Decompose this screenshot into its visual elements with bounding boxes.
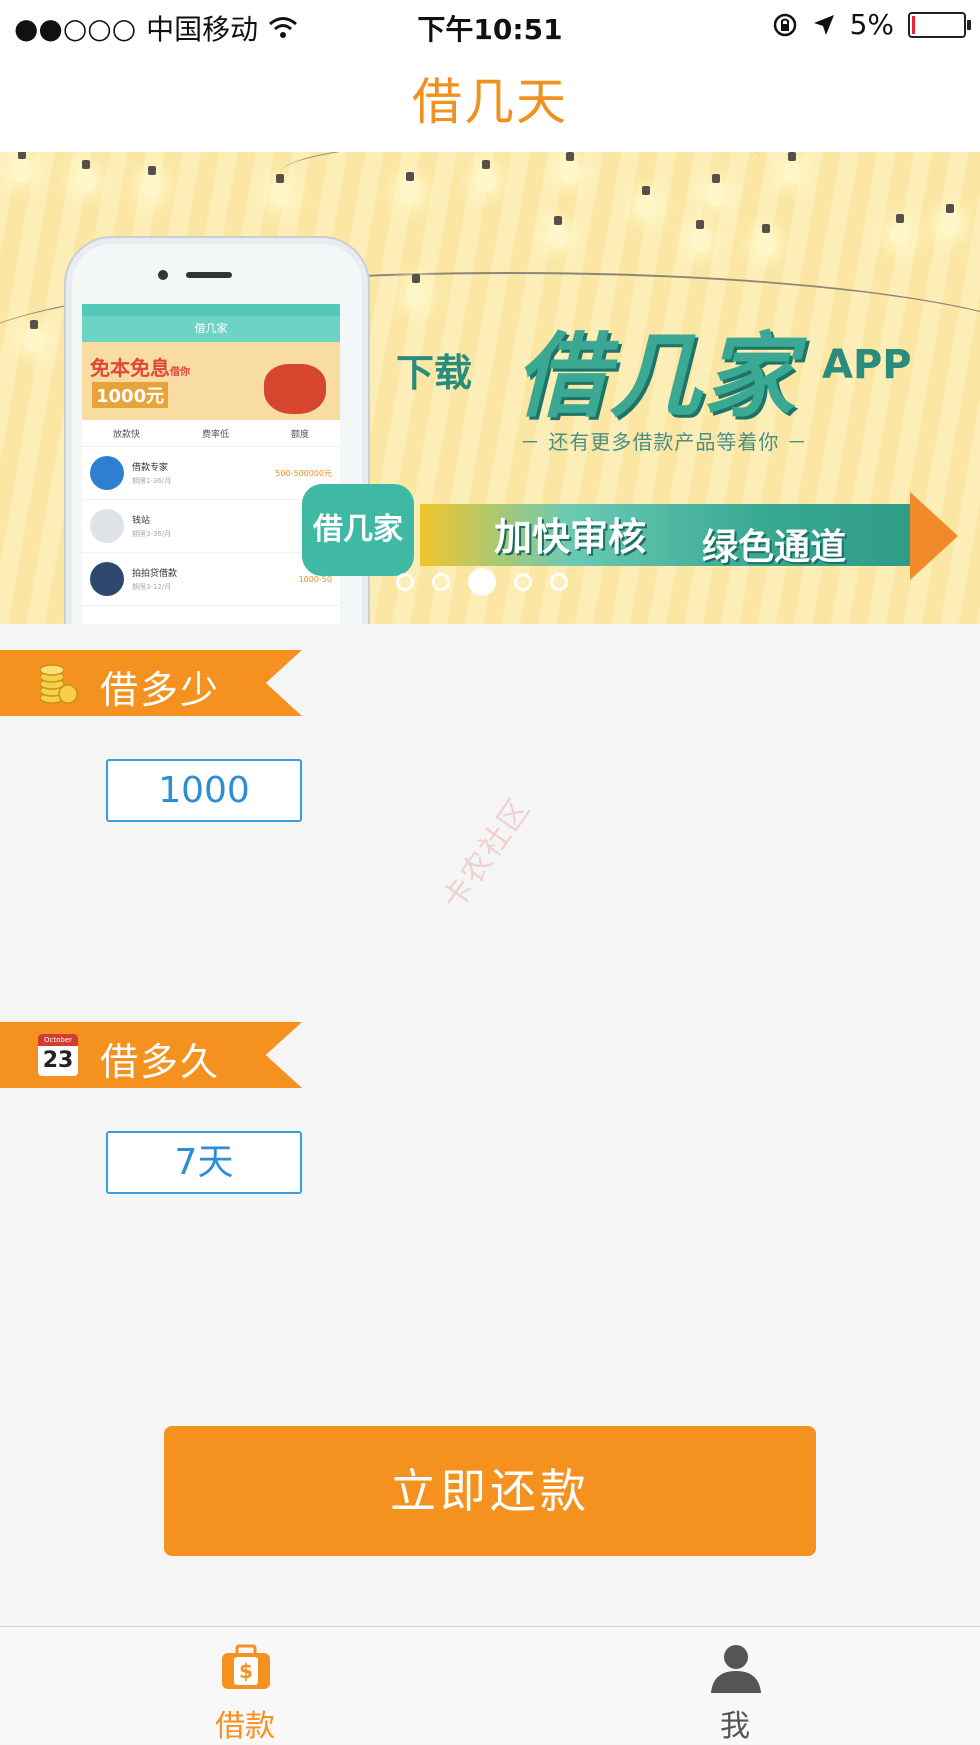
person-icon bbox=[711, 1645, 761, 1693]
tab-me-label: 我 bbox=[720, 1709, 750, 1744]
light-bulb-icon bbox=[76, 160, 96, 192]
phone-list-item: 拍拍贷借款 期限3-12/月 1000-50 bbox=[82, 553, 340, 606]
phone-list-item: 借款专家 期限1-36/月 500-500000元 bbox=[82, 447, 340, 500]
light-bulb-icon bbox=[636, 186, 656, 218]
phone-statusbar bbox=[82, 304, 340, 316]
phone-camera bbox=[158, 270, 168, 280]
tab-loan[interactable]: $ 借款 bbox=[165, 1627, 325, 1744]
duration-section-label: 借多久 bbox=[100, 1040, 221, 1084]
calendar-icon: October 23 bbox=[38, 1034, 78, 1076]
pager-dot-active[interactable] bbox=[468, 568, 496, 596]
banner-app-text: APP bbox=[822, 342, 912, 388]
phone-header: 借几家 bbox=[82, 316, 340, 342]
rotation-lock-icon bbox=[773, 13, 796, 36]
banner-tagline: － 还有更多借款产品等着你 － bbox=[520, 430, 808, 454]
calendar-month: October bbox=[38, 1034, 78, 1046]
light-bulb-icon bbox=[940, 204, 960, 236]
phone-item-sub: 期限1-36/月 bbox=[132, 477, 172, 485]
phone-item-sub: 期限3-36/月 bbox=[132, 530, 172, 538]
phone-item-name: 拍拍贷借款 bbox=[132, 569, 178, 579]
light-bulb-icon bbox=[476, 160, 496, 192]
light-bulb-icon bbox=[560, 152, 580, 184]
banner-download-text: 下载 bbox=[396, 351, 473, 395]
banner-feature-fast-review: 加快审核 bbox=[494, 515, 647, 559]
tab-me[interactable]: 我 bbox=[655, 1627, 815, 1744]
tab-loan-label: 借款 bbox=[215, 1709, 275, 1744]
phone-promo-text: 免本免息借你 bbox=[90, 356, 190, 380]
page-title: 借几天 bbox=[412, 73, 568, 131]
light-bulb-icon bbox=[142, 166, 162, 198]
light-bulb-icon bbox=[548, 216, 568, 248]
carousel-pager[interactable] bbox=[396, 568, 568, 596]
pager-dot[interactable] bbox=[432, 573, 450, 591]
banner-feature-green-channel: 绿色通道 bbox=[702, 527, 847, 568]
phone-filter-bar: 放款快 费率低 额度 bbox=[82, 420, 340, 447]
phone-speaker bbox=[186, 272, 232, 278]
navigation-bar: 借几天 bbox=[0, 48, 980, 153]
phone-item-name: 钱站 bbox=[132, 516, 151, 526]
phone-promo-amount: 1000元 bbox=[92, 382, 169, 408]
light-bulb-icon bbox=[24, 320, 44, 352]
banner-carousel[interactable]: 借几家 免本免息借你 1000元 放款快 费率低 额度 借款专家 期限1-36/… bbox=[0, 152, 980, 624]
watermark: 卡农社区 bbox=[435, 791, 538, 917]
product-logo-icon bbox=[90, 509, 124, 543]
phone-item-sub: 期限3-12/月 bbox=[132, 583, 172, 591]
product-logo-icon bbox=[90, 456, 124, 490]
pager-dot[interactable] bbox=[396, 573, 414, 591]
light-bulb-icon bbox=[400, 172, 420, 204]
battery-percent: 5% bbox=[849, 8, 894, 41]
light-bulb-icon bbox=[270, 174, 290, 206]
light-string bbox=[280, 152, 980, 214]
light-bulb-icon bbox=[890, 214, 910, 246]
status-bar: ●●○○○ 中国移动 下午10:51 5% bbox=[0, 0, 980, 48]
phone-filter: 费率低 bbox=[201, 429, 229, 440]
product-logo-icon bbox=[90, 562, 124, 596]
light-bulb-icon bbox=[782, 152, 802, 184]
phone-filter: 放款快 bbox=[112, 429, 140, 440]
amount-section-header: 借多少 bbox=[0, 650, 302, 716]
banner-brand-text: 借几家 bbox=[515, 323, 798, 430]
phone-filter: 额度 bbox=[290, 429, 309, 440]
money-bag-icon bbox=[264, 364, 326, 414]
wallet-dollar-icon: $ bbox=[222, 1644, 270, 1689]
light-bulb-icon bbox=[706, 174, 726, 206]
battery-icon bbox=[908, 11, 971, 38]
phone-promo: 免本免息借你 1000元 bbox=[82, 342, 340, 420]
phone-screen: 借几家 免本免息借你 1000元 放款快 费率低 额度 借款专家 期限1-36/… bbox=[82, 304, 340, 624]
phone-item-range: 500-500000元 bbox=[275, 468, 332, 478]
phone-item-name: 借款专家 bbox=[132, 463, 169, 473]
app-icon: 借几家 bbox=[302, 484, 414, 576]
tab-bar: $ 借款 我 bbox=[0, 1626, 980, 1744]
status-right: 5% bbox=[772, 8, 971, 41]
amount-selector[interactable]: 1000 bbox=[106, 759, 302, 822]
amount-section-label: 借多少 bbox=[100, 668, 221, 712]
light-bulb-icon bbox=[12, 152, 32, 182]
pager-dot[interactable] bbox=[514, 573, 532, 591]
duration-selector[interactable]: 7天 bbox=[106, 1131, 302, 1194]
arrow-right-icon bbox=[910, 492, 958, 580]
coins-icon bbox=[39, 664, 78, 704]
battery-level bbox=[912, 15, 915, 34]
location-arrow-icon bbox=[813, 14, 834, 35]
light-bulb-icon bbox=[406, 274, 426, 306]
pager-dot[interactable] bbox=[550, 573, 568, 591]
calendar-day: 23 bbox=[42, 1048, 74, 1073]
duration-section-header: October 23 借多久 bbox=[0, 1022, 302, 1088]
svg-text:$: $ bbox=[239, 1659, 253, 1683]
light-bulb-icon bbox=[756, 224, 776, 256]
light-bulb-icon bbox=[690, 220, 710, 252]
repay-now-button[interactable]: 立即还款 bbox=[164, 1426, 816, 1556]
